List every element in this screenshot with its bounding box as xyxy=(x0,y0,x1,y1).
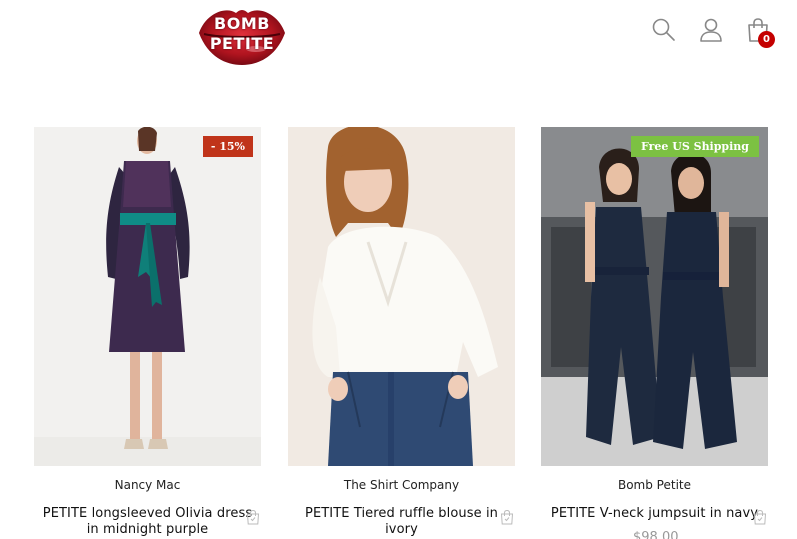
product-title[interactable]: PETITE Tiered ruffle blouse in ivory xyxy=(292,506,511,538)
product-title[interactable]: PETITE V-neck jumpsuit in navy xyxy=(545,506,764,522)
product-brand[interactable]: Bomb Petite xyxy=(541,478,768,492)
product-image[interactable] xyxy=(288,127,515,466)
product-brand[interactable]: Nancy Mac xyxy=(34,478,261,492)
product-card: - 15% Nancy Mac PETITE longsleeved Olivi… xyxy=(34,127,261,538)
product-image[interactable]: - 15% xyxy=(34,127,261,466)
search-icon[interactable] xyxy=(650,16,678,44)
product-brand[interactable]: The Shirt Company xyxy=(288,478,515,492)
add-to-cart-icon[interactable] xyxy=(499,509,515,525)
logo-text-petite: PETITE xyxy=(209,34,275,53)
add-to-cart-icon[interactable] xyxy=(245,509,261,525)
add-to-cart-icon[interactable] xyxy=(752,509,768,525)
product-card: Free US Shipping Bomb Petite PETITE V-ne… xyxy=(541,127,768,525)
logo-text-bomb: BOMB xyxy=(214,14,270,33)
product-price: $98.00 xyxy=(633,530,679,539)
discount-badge: - 15% xyxy=(202,136,253,157)
free-shipping-badge: Free US Shipping xyxy=(631,136,759,157)
cart-count-badge: 0 xyxy=(758,31,775,48)
product-title[interactable]: PETITE longsleeved Olivia dress in midni… xyxy=(38,506,257,538)
user-icon[interactable] xyxy=(697,16,725,44)
product-image[interactable]: Free US Shipping xyxy=(541,127,768,466)
site-header: BOMB PETITE 0 xyxy=(0,0,797,80)
bomb-petite-logo[interactable]: BOMB PETITE xyxy=(196,3,288,67)
product-card: The Shirt Company PETITE Tiered ruffle b… xyxy=(288,127,515,538)
